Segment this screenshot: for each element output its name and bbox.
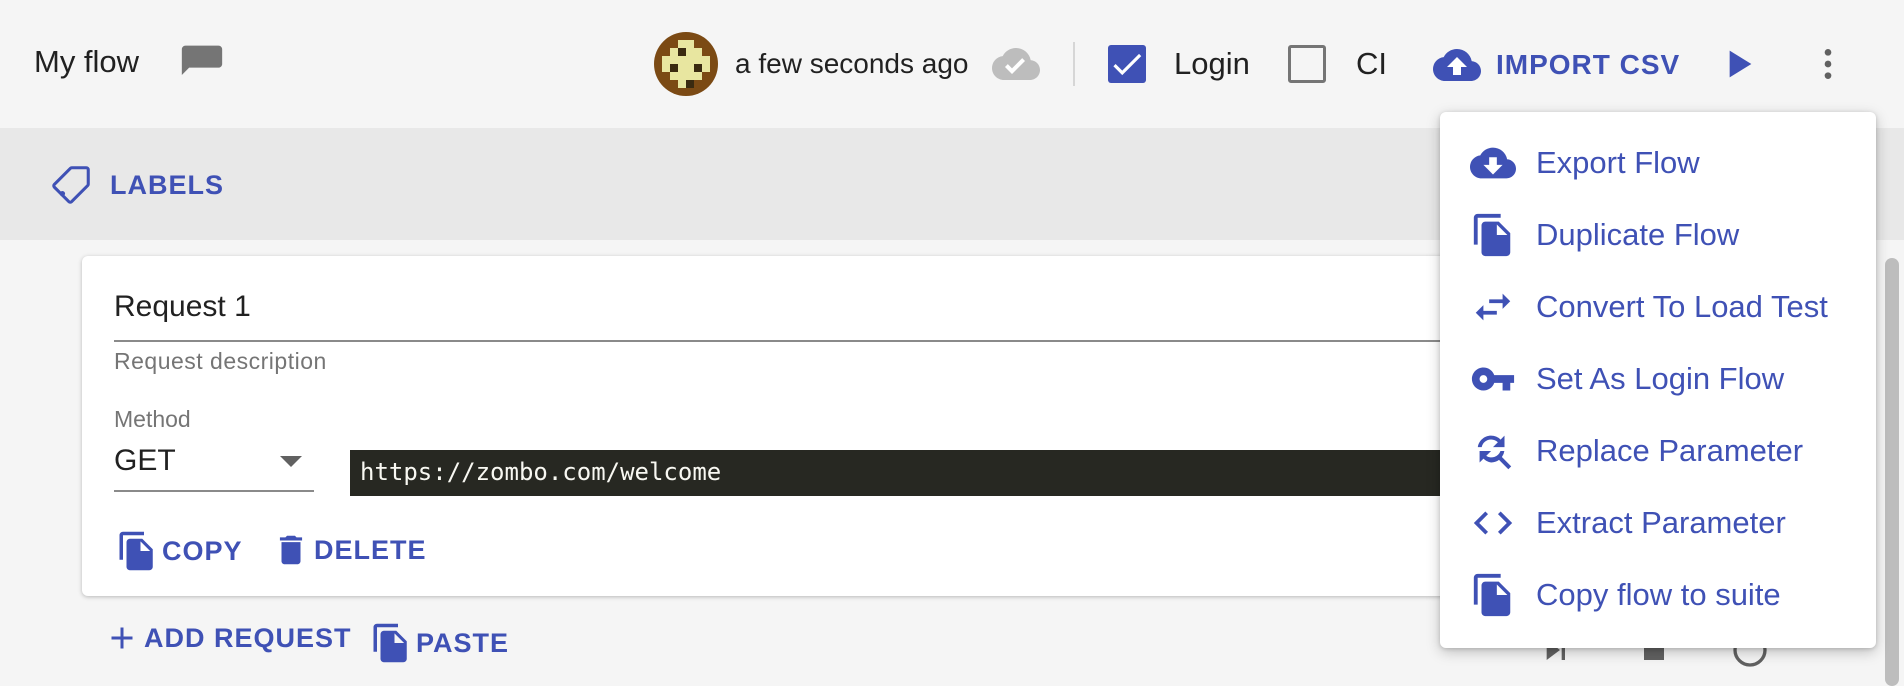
key-icon [1471, 367, 1515, 391]
find-replace-icon [1477, 435, 1512, 470]
cloud-upload-icon [1433, 49, 1481, 81]
more-vert-icon[interactable] [1808, 44, 1848, 84]
cloud-done-icon [992, 48, 1040, 80]
menu-item-duplicate-flow[interactable]: Duplicate Flow [1440, 199, 1876, 271]
cloud-download-icon [1470, 147, 1516, 179]
request-description-input[interactable]: Request description [114, 348, 327, 375]
swap-arrows-icon [1475, 293, 1511, 321]
paste-button[interactable]: PASTE [370, 620, 509, 666]
menu-item-label: Replace Parameter [1536, 433, 1804, 468]
menu-item-set-as-login-flow[interactable]: Set As Login Flow [1440, 343, 1876, 415]
import-csv-label: IMPORT CSV [1496, 49, 1681, 80]
avatar[interactable] [654, 32, 718, 96]
menu-item-extract-parameter[interactable]: Extract Parameter [1440, 487, 1876, 559]
request-card: Request 1 Request description Method GET… [82, 256, 1650, 596]
labels-button[interactable]: LABELS [48, 162, 224, 208]
top-bar: My flow a few seconds ago Login CI IMPOR… [0, 0, 1904, 128]
method-label: Method [114, 406, 191, 432]
add-request-label: ADD REQUEST [144, 622, 352, 653]
login-checkbox[interactable] [1108, 45, 1146, 83]
saved-time: a few seconds ago [735, 48, 969, 79]
ci-checkbox[interactable] [1288, 45, 1326, 83]
method-value: GET [114, 444, 176, 477]
flow-title[interactable]: My flow [34, 44, 139, 80]
paste-label: PASTE [416, 627, 510, 658]
login-label: Login [1174, 46, 1250, 81]
menu-item-replace-parameter[interactable]: Replace Parameter [1440, 415, 1876, 487]
comment-icon[interactable] [180, 42, 224, 86]
menu-item-label: Copy flow to suite [1536, 577, 1781, 612]
delete-label: DELETE [314, 534, 427, 565]
menu-item-label: Set As Login Flow [1536, 361, 1785, 396]
label-tag-icon [52, 166, 90, 204]
import-csv-button[interactable]: IMPORT CSV [1432, 40, 1680, 90]
menu-item-label: Extract Parameter [1536, 505, 1786, 540]
header-divider [1073, 42, 1075, 86]
copy-button[interactable]: COPY [116, 528, 243, 574]
content-copy-icon [373, 623, 407, 663]
menu-item-export-flow[interactable]: Export Flow [1440, 127, 1876, 199]
menu-item-convert-to-load-test[interactable]: Convert To Load Test [1440, 271, 1876, 343]
content-copy-icon [119, 531, 153, 571]
file-copy-icon [1473, 213, 1511, 257]
caret-down-icon [280, 456, 302, 467]
delete-icon [279, 535, 303, 565]
ci-label: CI [1356, 46, 1387, 81]
copy-label: COPY [162, 535, 243, 566]
request-name-input[interactable]: Request 1 [114, 286, 1614, 342]
add-request-button[interactable]: ADD REQUEST [104, 620, 352, 656]
scrollbar-thumb[interactable] [1885, 258, 1899, 686]
menu-item-label: Export Flow [1536, 145, 1700, 180]
scrollbar[interactable] [1882, 258, 1902, 686]
menu-item-label: Convert To Load Test [1536, 289, 1828, 324]
code-icon [1473, 511, 1513, 535]
add-icon [111, 627, 133, 649]
menu-item-label: Duplicate Flow [1536, 217, 1740, 252]
play-icon[interactable] [1718, 44, 1758, 84]
menu-item-copy-flow-to-suite[interactable]: Copy flow to suite [1440, 559, 1876, 631]
delete-button[interactable]: DELETE [272, 528, 427, 572]
file-copy-icon [1473, 573, 1511, 617]
labels-label: LABELS [110, 169, 224, 200]
method-select[interactable]: GET [114, 436, 314, 492]
more-actions-menu: Export Flow Duplicate Flow Convert To Lo… [1440, 112, 1876, 648]
